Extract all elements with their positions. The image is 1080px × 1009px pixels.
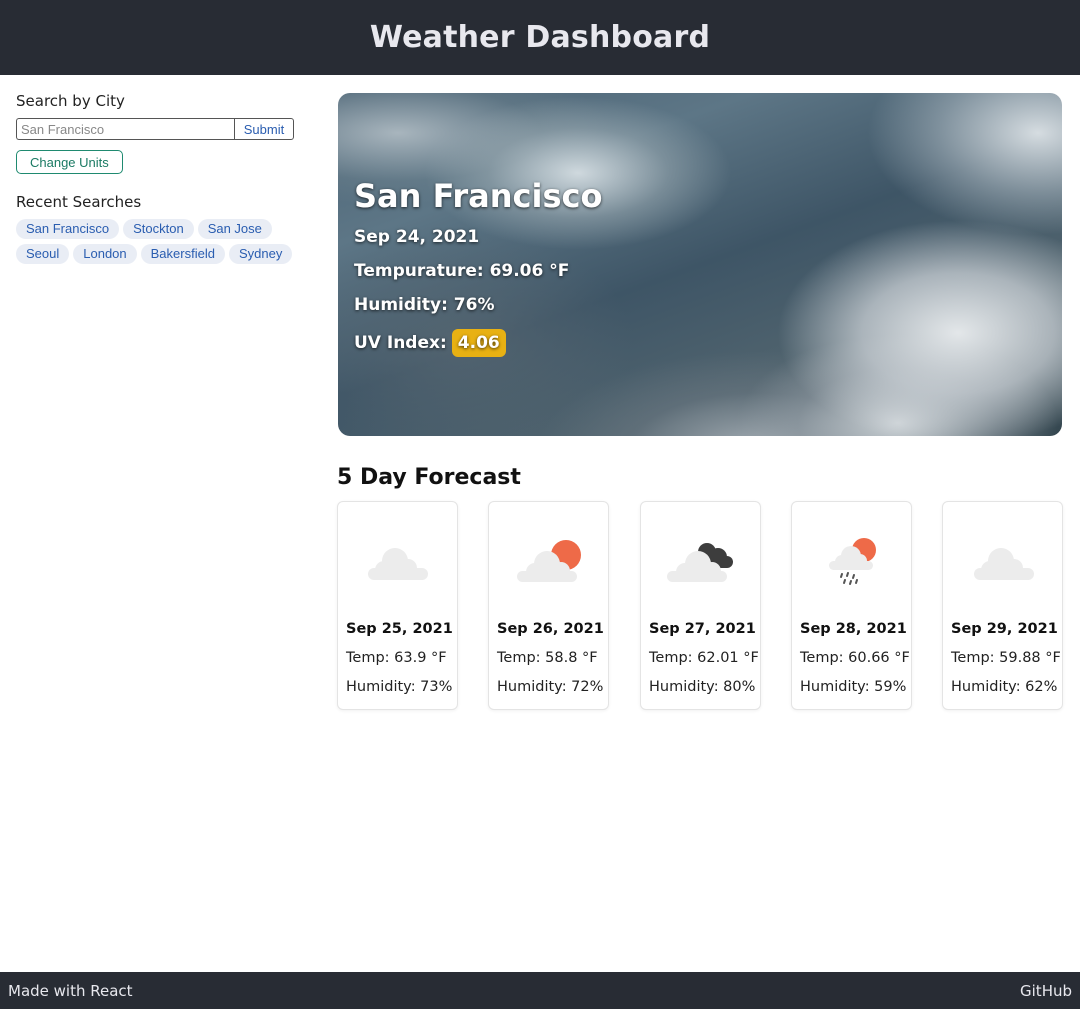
recent-search-chip[interactable]: Bakersfield <box>140 244 225 264</box>
footer-credit: Made with React <box>8 982 133 1000</box>
sidebar: Search by City Submit Change Units Recen… <box>16 92 306 264</box>
submit-button[interactable]: Submit <box>234 118 294 140</box>
forecast-temp: Temp: 58.8 °F <box>497 650 598 666</box>
sun-rain-icon <box>829 538 876 585</box>
app-header: Weather Dashboard <box>0 0 1080 75</box>
page-title: Weather Dashboard <box>369 20 711 55</box>
forecast-card: Sep 28, 2021 Temp: 60.66 °F Humidity: 59… <box>791 501 912 710</box>
search-label: Search by City <box>16 92 125 110</box>
forecast-date: Sep 29, 2021 <box>951 621 1058 637</box>
dark-clouds-icon <box>667 543 733 582</box>
recent-search-chip[interactable]: San Jose <box>197 219 272 239</box>
cloud-icon <box>974 548 1034 580</box>
recent-search-chip[interactable]: London <box>73 244 137 264</box>
current-weather-card: San Francisco Sep 24, 2021 Tempurature: … <box>338 93 1062 436</box>
current-weather-details: San Francisco Sep 24, 2021 Tempurature: … <box>354 177 602 357</box>
recent-search-chip[interactable]: Sydney <box>228 244 293 264</box>
forecast-temp: Temp: 63.9 °F <box>346 650 447 666</box>
current-humidity: Humidity: 76% <box>354 295 495 315</box>
forecast-temp: Temp: 59.88 °F <box>951 650 1061 666</box>
forecast-humidity: Humidity: 62% <box>951 679 1058 695</box>
forecast-date: Sep 25, 2021 <box>346 621 453 637</box>
current-date: Sep 24, 2021 <box>354 227 480 247</box>
recent-search-chip[interactable]: San Francisco <box>16 219 120 239</box>
forecast-card: Sep 27, 2021 Temp: 62.01 °F Humidity: 80… <box>640 501 761 710</box>
uv-index-label: UV Index: <box>354 333 447 353</box>
forecast-date: Sep 27, 2021 <box>649 621 756 637</box>
search-form: Submit <box>16 118 306 140</box>
city-search-input[interactable] <box>16 118 234 140</box>
uv-index-row: UV Index: 4.06 <box>354 329 602 357</box>
forecast-date: Sep 28, 2021 <box>800 621 907 637</box>
forecast-card: Sep 29, 2021 Temp: 59.88 °F Humidity: 62… <box>942 501 1063 710</box>
forecast-temp: Temp: 62.01 °F <box>649 650 759 666</box>
forecast-humidity: Humidity: 73% <box>346 679 453 695</box>
recent-searches-title: Recent Searches <box>16 193 142 211</box>
forecast-card: Sep 25, 2021 Temp: 63.9 °F Humidity: 73% <box>337 501 458 710</box>
change-units-button[interactable]: Change Units <box>16 150 123 174</box>
cloud-icon <box>368 548 428 580</box>
forecast-list: Sep 25, 2021 Temp: 63.9 °F Humidity: 73%… <box>337 501 1063 711</box>
recent-searches-list: San Francisco Stockton San Jose Seoul Lo… <box>16 219 306 264</box>
forecast-humidity: Humidity: 72% <box>497 679 604 695</box>
forecast-humidity: Humidity: 59% <box>800 679 907 695</box>
forecast-card: Sep 26, 2021 Temp: 58.8 °F Humidity: 72% <box>488 501 609 710</box>
forecast-title: 5 Day Forecast <box>337 465 521 490</box>
recent-search-chip[interactable]: Seoul <box>16 244 70 264</box>
github-link[interactable]: GitHub <box>1020 982 1072 1000</box>
forecast-date: Sep 26, 2021 <box>497 621 604 637</box>
partly-cloudy-icon <box>517 540 581 582</box>
uv-index-badge: 4.06 <box>451 329 506 357</box>
forecast-temp: Temp: 60.66 °F <box>800 650 910 666</box>
recent-search-chip[interactable]: Stockton <box>123 219 194 239</box>
app-footer: Made with React GitHub <box>0 972 1080 1009</box>
current-city: San Francisco <box>354 177 603 215</box>
current-temperature: Tempurature: 69.06 °F <box>354 261 570 281</box>
forecast-humidity: Humidity: 80% <box>649 679 756 695</box>
